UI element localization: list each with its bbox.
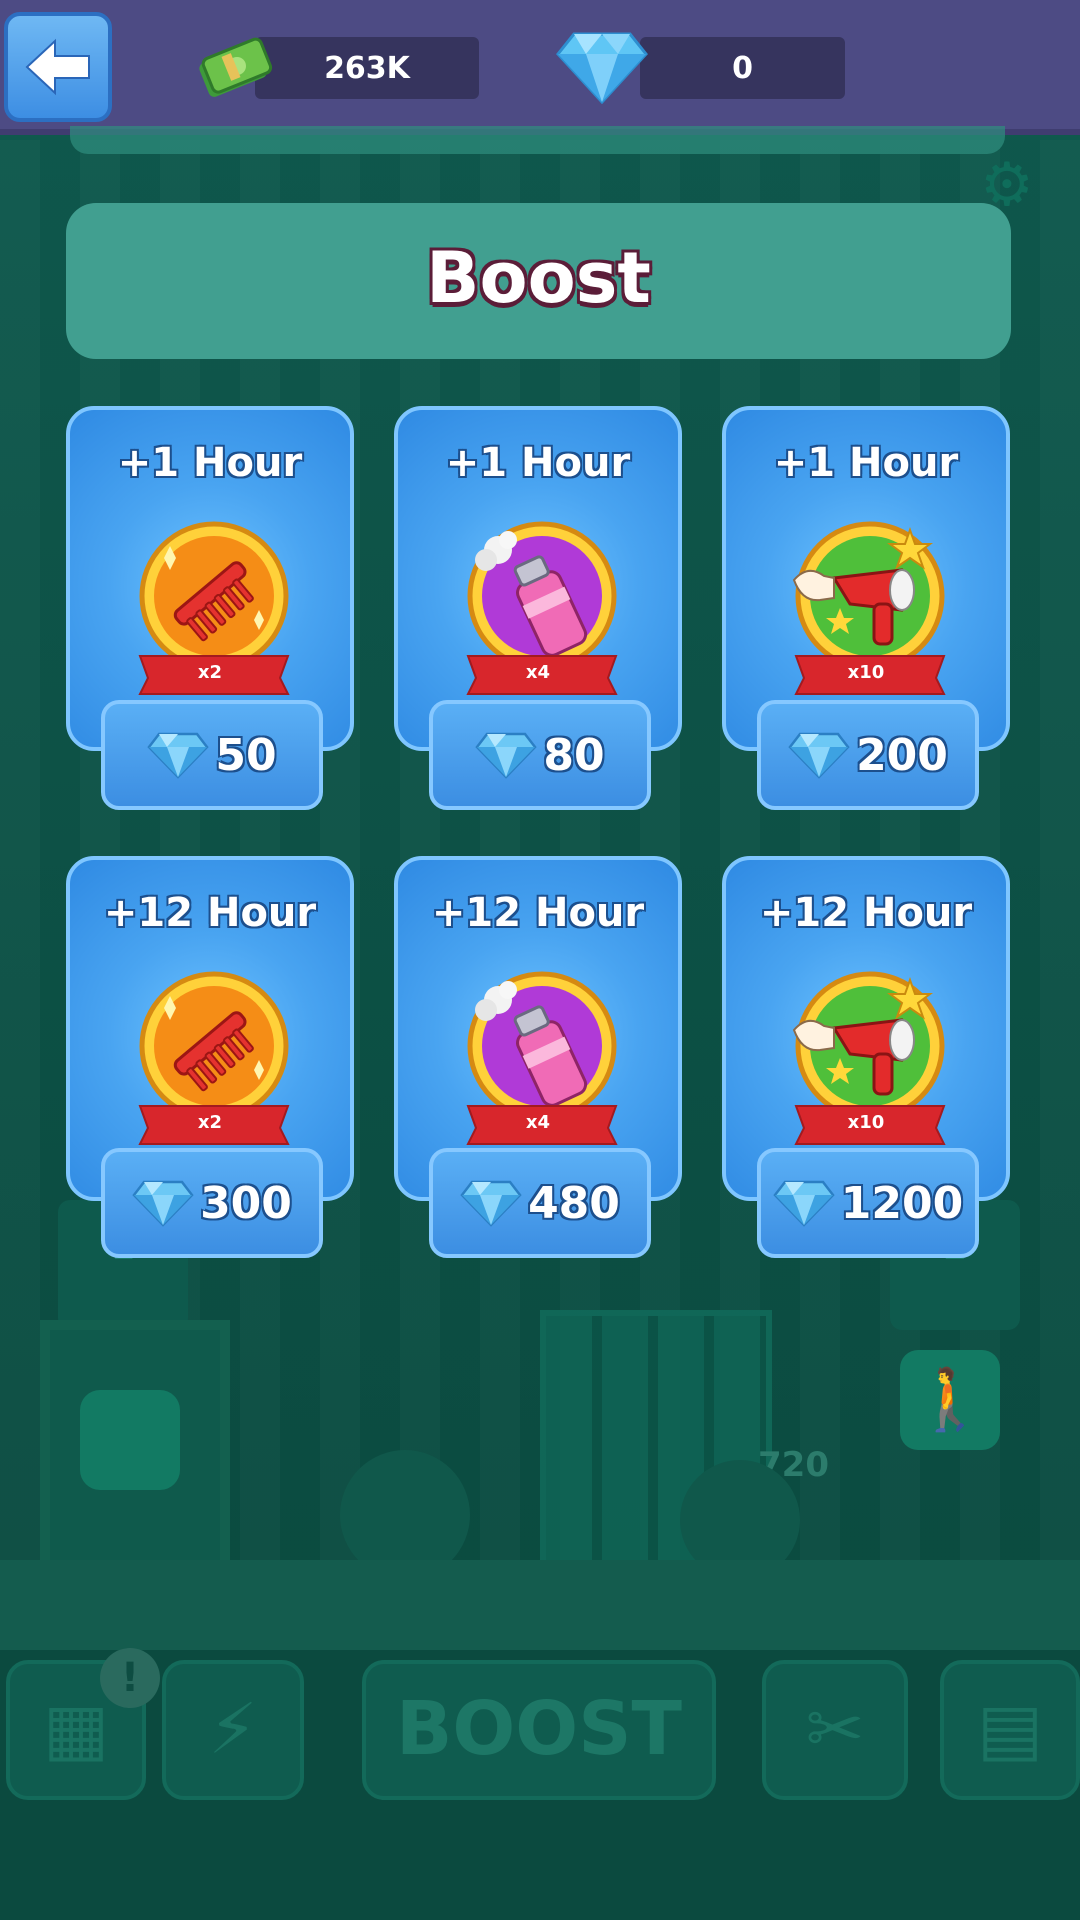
boost-price: 200 <box>856 729 948 781</box>
boost-duration: +12 Hour <box>103 890 317 936</box>
back-button[interactable] <box>4 12 112 122</box>
lightning-button: ⚡ <box>162 1660 304 1800</box>
cash-stack-icon <box>199 37 273 97</box>
map-button: ▤ <box>940 1660 1080 1800</box>
boost-price: 1200 <box>840 1177 964 1229</box>
diamond-icon <box>773 1180 835 1227</box>
cash-counter: 263K <box>255 37 479 99</box>
buy-boost-button[interactable]: 50 <box>101 700 323 810</box>
notice-badge: ! <box>100 1648 160 1708</box>
diamond-icon <box>475 732 538 779</box>
boost-duration: +1 Hour <box>773 440 959 486</box>
boost-price: 50 <box>215 729 277 781</box>
boost-multiplier: x2 <box>197 1112 223 1133</box>
boost-price: 480 <box>528 1177 620 1229</box>
back-arrow-icon <box>25 38 90 96</box>
boost-price: 300 <box>200 1177 292 1229</box>
diamond-icon <box>788 732 850 779</box>
lightning-icon: ⚡ <box>208 1688 258 1770</box>
diamond-icon <box>556 32 648 104</box>
boost-duration: +12 Hour <box>759 890 973 936</box>
scissors-icon: ✂ <box>805 1688 865 1770</box>
boost-multiplier: x4 <box>525 662 551 683</box>
diamond-icon <box>460 1180 522 1227</box>
boost-multiplier: x10 <box>847 1112 885 1133</box>
boost-price: 80 <box>543 729 605 781</box>
panel-title: Boost <box>426 237 651 319</box>
background-floor <box>0 1560 1080 1660</box>
boost-button-label: BOOST <box>396 1686 682 1772</box>
map-icon: ▤ <box>976 1688 1044 1770</box>
walking-person-icon: 🚶 <box>900 1350 1000 1450</box>
top-bar: 263K 0 <box>0 0 1080 135</box>
buy-boost-button[interactable]: 200 <box>757 700 979 810</box>
diamond-icon <box>147 732 210 779</box>
boost-multiplier: x10 <box>847 662 885 683</box>
boost-button: BOOST <box>362 1660 716 1800</box>
buy-boost-button[interactable]: 300 <box>101 1148 323 1258</box>
buy-boost-button[interactable]: 80 <box>429 700 651 810</box>
boost-title-panel: Boost <box>66 203 1011 359</box>
buy-boost-button[interactable]: 1200 <box>757 1148 979 1258</box>
boost-duration: +12 Hour <box>431 890 645 936</box>
gem-counter: 0 <box>640 37 845 99</box>
gem-value: 0 <box>732 50 753 86</box>
diamond-icon <box>132 1180 194 1227</box>
panel-top-edge <box>70 126 1005 154</box>
boost-multiplier: x4 <box>525 1112 551 1133</box>
boost-multiplier: x2 <box>197 662 223 683</box>
buy-boost-button[interactable]: 480 <box>429 1148 651 1258</box>
scissors-button: ✂ <box>762 1660 908 1800</box>
cash-value: 263K <box>324 50 410 86</box>
briefcase-icon <box>80 1390 180 1490</box>
boost-duration: +1 Hour <box>117 440 303 486</box>
boost-duration: +1 Hour <box>445 440 631 486</box>
